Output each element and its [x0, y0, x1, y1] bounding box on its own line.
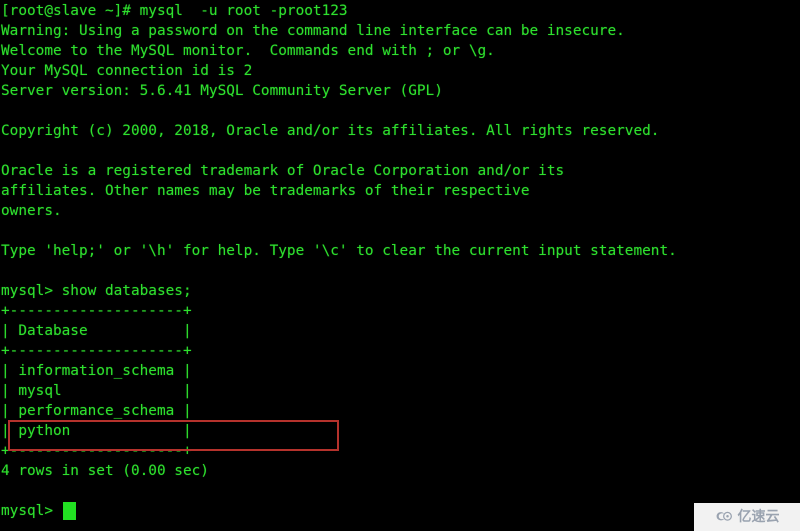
terminal-line-blank-3: [1, 221, 800, 241]
table-separator-top: +--------------------+: [1, 303, 192, 319]
terminal-line-server-version: Server version: 5.6.41 MySQL Community S…: [1, 83, 443, 99]
terminal-line-blank-4: [1, 261, 800, 281]
terminal-line-trademark-1: Oracle is a registered trademark of Orac…: [1, 163, 565, 179]
terminal-line-blank-5: [1, 481, 800, 501]
watermark-text: 亿速云: [737, 509, 780, 525]
watermark: 亿速云: [694, 503, 800, 531]
table-row-python: | python |: [1, 423, 192, 439]
terminal-window[interactable]: [root@slave ~]# mysql -u root -proot123 …: [0, 0, 800, 531]
terminal-line-help-hint: Type 'help;' or '\h' for help. Type '\c'…: [1, 243, 677, 259]
table-separator-bottom: +--------------------+: [1, 443, 192, 459]
table-row-mysql: | mysql |: [1, 383, 192, 399]
terminal-line-trademark-3: owners.: [1, 203, 62, 219]
table-row-information-schema: | information_schema |: [1, 363, 192, 379]
terminal-line-show-databases-command: mysql> show databases;: [1, 283, 192, 299]
table-separator-header: +--------------------+: [1, 343, 192, 359]
terminal-line-blank-1: [1, 101, 800, 121]
terminal-line-welcome: Welcome to the MySQL monitor. Commands e…: [1, 43, 495, 59]
table-header-database: | Database |: [1, 323, 192, 339]
terminal-line-trademark-2: affiliates. Other names may be trademark…: [1, 183, 530, 199]
terminal-line-shell-command: [root@slave ~]# mysql -u root -proot123: [1, 3, 348, 19]
terminal-line-copyright: Copyright (c) 2000, 2018, Oracle and/or …: [1, 123, 660, 139]
text-cursor: [62, 502, 76, 520]
terminal-line-blank-2: [1, 141, 800, 161]
mysql-prompt-label: mysql>: [1, 503, 62, 519]
row-count-status: 4 rows in set (0.00 sec): [1, 463, 209, 479]
terminal-line-connection-id: Your MySQL connection id is 2: [1, 63, 253, 79]
table-row-performance-schema: | performance_schema |: [1, 403, 192, 419]
terminal-line-password-warning: Warning: Using a password on the command…: [1, 23, 625, 39]
mysql-prompt-line[interactable]: mysql>: [1, 501, 800, 521]
cloud-logo-icon: [716, 511, 732, 521]
